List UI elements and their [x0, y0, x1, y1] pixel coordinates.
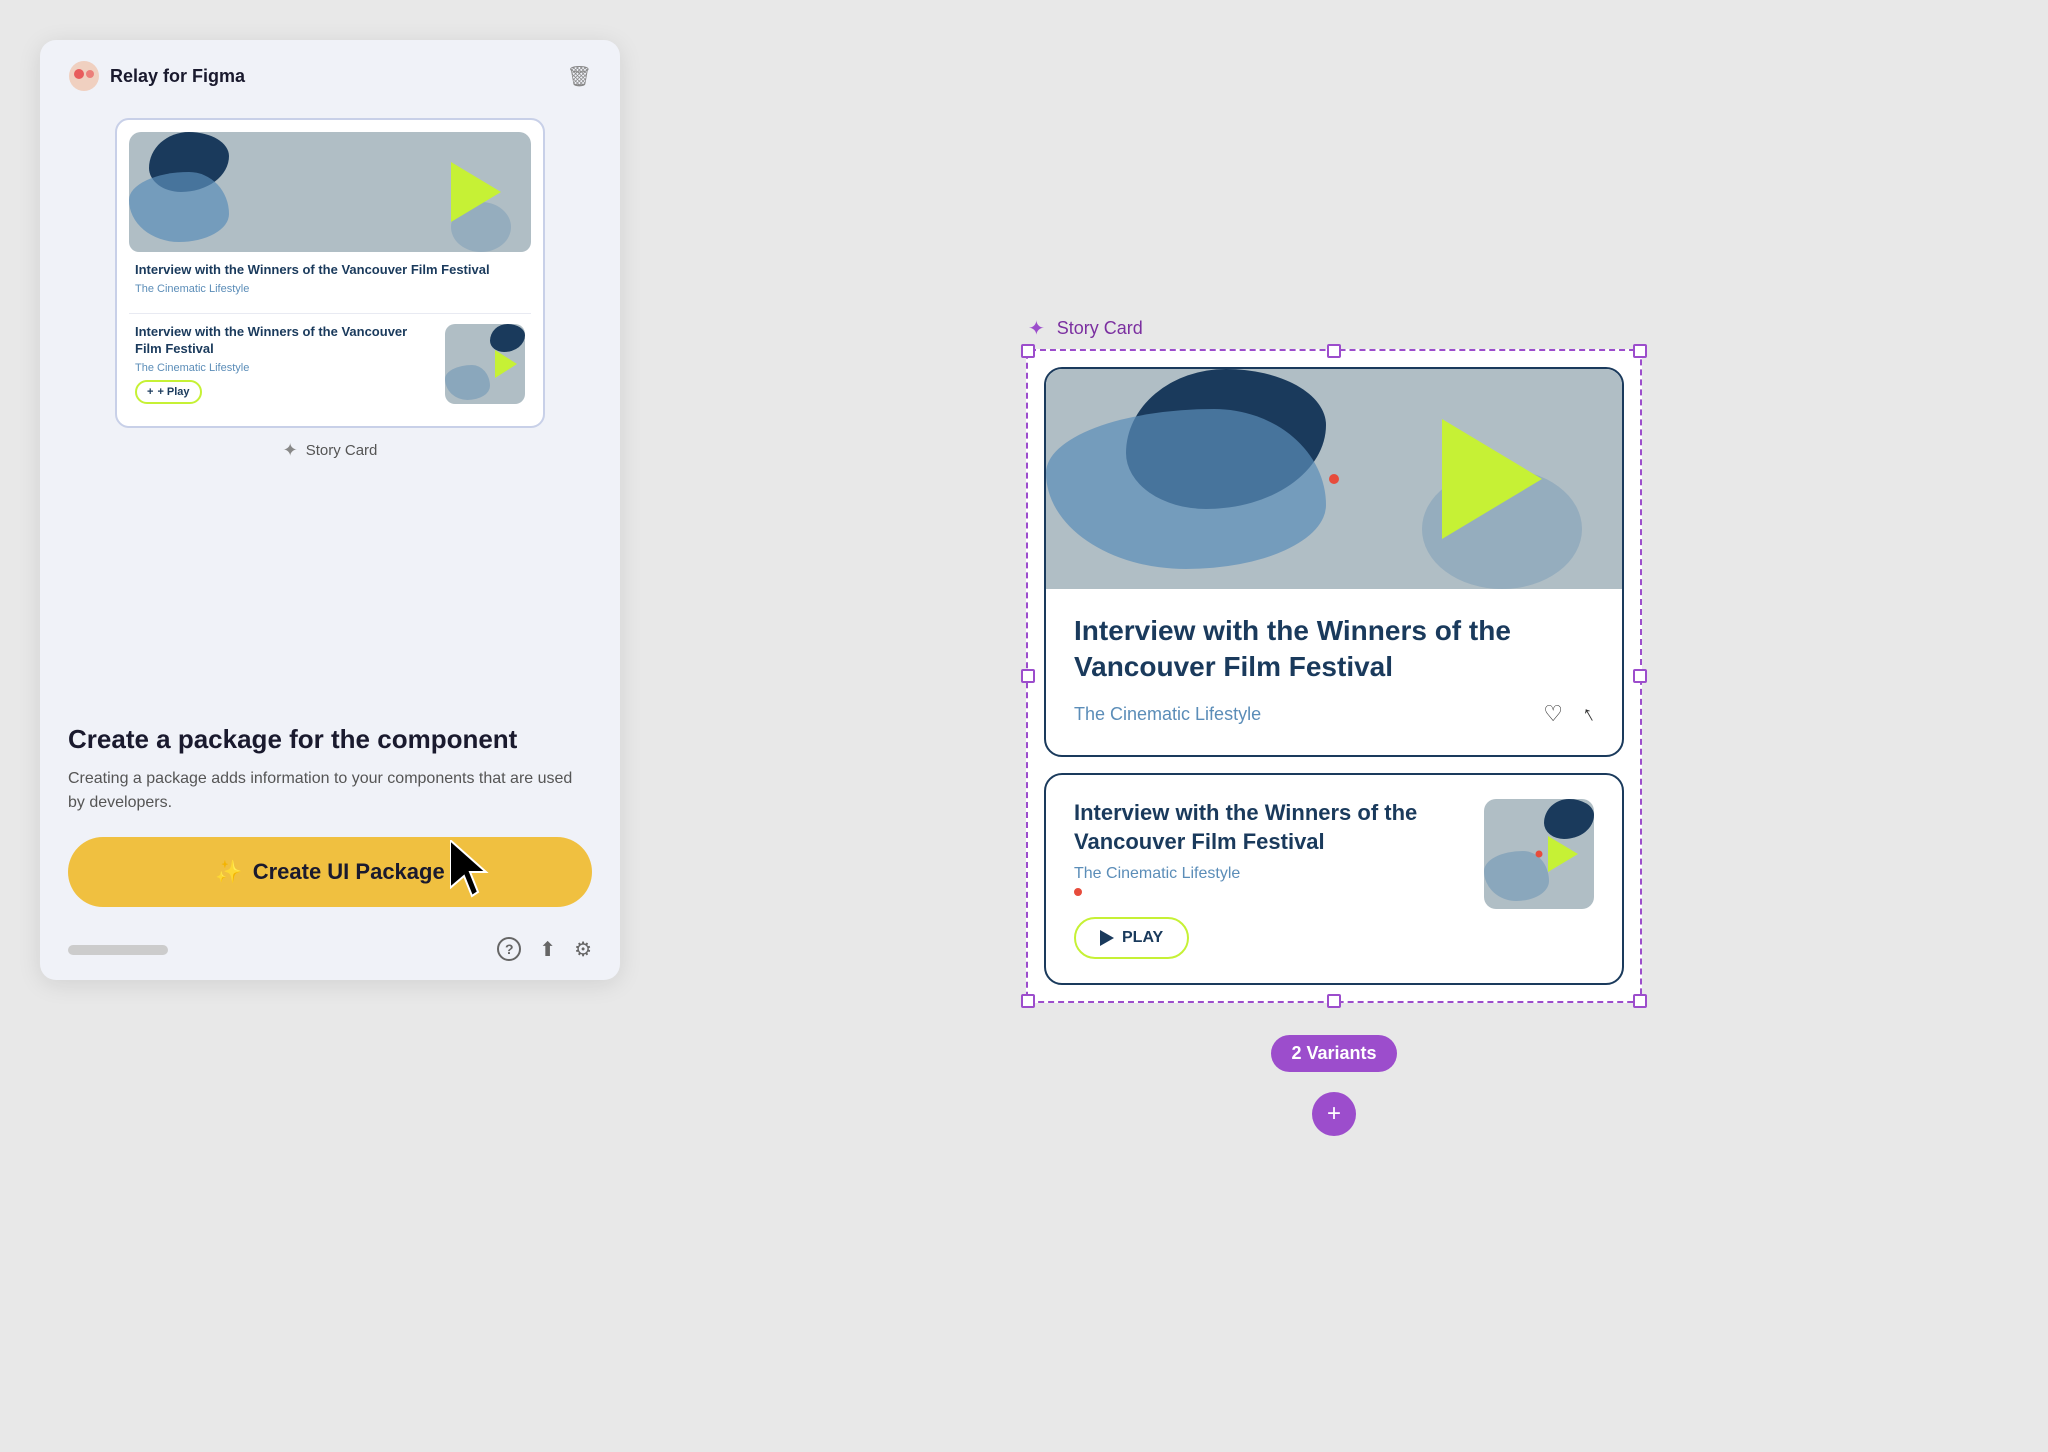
- handle-bl: [1021, 994, 1035, 1008]
- left-footer: ? ⬆ ⚙: [40, 927, 620, 980]
- thumb-center-dot: [1536, 851, 1543, 858]
- card-title-horiz: Interview with the Winners of the Vancou…: [135, 324, 435, 358]
- center-dot: [1329, 474, 1339, 484]
- add-variant-button[interactable]: +: [1312, 1092, 1356, 1136]
- selection-label-text: Story Card: [1057, 318, 1143, 339]
- help-icon[interactable]: ?: [497, 937, 521, 961]
- card-meta-full: The Cinematic Lifestyle ♡ ↑: [1074, 701, 1594, 727]
- thumb-blob-dark-full: [1544, 799, 1594, 839]
- plus-icon: +: [147, 386, 153, 398]
- handle-tr: [1633, 344, 1647, 358]
- play-triangle-btn: [1100, 930, 1114, 946]
- card-image-full: [1046, 369, 1622, 589]
- thumb-blob-blue-full: [1484, 851, 1549, 901]
- left-panel: Relay for Figma 🗑 Interview with the Win…: [40, 40, 620, 980]
- selection-label: ✦ Story Card: [1028, 316, 1143, 341]
- card-title-large: Interview with the Winners of the Vancou…: [135, 262, 525, 279]
- thumb-blob-blue: [445, 365, 490, 400]
- like-icon[interactable]: ♡: [1543, 701, 1563, 727]
- wand-icon: ✨: [215, 859, 242, 885]
- delete-icon[interactable]: 🗑: [567, 64, 592, 89]
- right-content: ✦ Story Card In: [1026, 316, 1642, 1137]
- settings-icon[interactable]: ⚙: [574, 937, 592, 962]
- horiz-card-content: Interview with the Winners of the Vancou…: [1074, 799, 1464, 900]
- variants-badge: 2 Variants: [1271, 1035, 1396, 1072]
- relay-logo: [68, 60, 100, 92]
- preview-area: Interview with the Winners of the Vancou…: [40, 108, 620, 723]
- selection-box: Interview with the Winners of the Vancou…: [1026, 349, 1642, 1004]
- bottom-section: Create a package for the component Creat…: [40, 723, 620, 927]
- play-label-small: + Play: [157, 386, 189, 398]
- card-content-large: Interview with the Winners of the Vancou…: [129, 252, 531, 301]
- card-channel-large: The Cinematic Lifestyle: [135, 283, 525, 295]
- create-title: Create a package for the component: [68, 723, 592, 757]
- handle-tm: [1327, 344, 1341, 358]
- handle-ml: [1021, 669, 1035, 683]
- card-variant-horizontal: Interview with the Winners of the Vancou…: [129, 313, 531, 414]
- card-h-content: Interview with the Winners of the Vancou…: [135, 324, 435, 404]
- scroll-indicator: [68, 945, 168, 955]
- horiz-card-top: Interview with the Winners of the Vancou…: [1074, 799, 1594, 909]
- play-label-full: PLAY: [1122, 929, 1163, 947]
- card-channel-horiz: The Cinematic Lifestyle: [135, 362, 435, 374]
- thumb-blob-dark: [490, 324, 525, 352]
- play-triangle-icon: [451, 162, 501, 222]
- thumb-play-triangle: [495, 350, 517, 378]
- card-full-variant-2: Interview with the Winners of the Vancou…: [1044, 773, 1624, 985]
- share-icon[interactable]: ⬆: [539, 937, 556, 962]
- handle-bm: [1327, 994, 1341, 1008]
- create-btn-label: Create UI Package: [253, 859, 445, 885]
- play-button-small[interactable]: + + Play: [135, 380, 202, 404]
- component-label-text: Story Card: [306, 442, 378, 459]
- component-label: ✦ Story Card: [283, 440, 378, 461]
- full-play-triangle: [1442, 419, 1542, 539]
- handle-br: [1633, 994, 1647, 1008]
- share-action-icon[interactable]: ↑: [1577, 700, 1600, 728]
- card-thumb-horiz-full: [1484, 799, 1594, 909]
- thumb-play-triangle-full: [1548, 836, 1578, 872]
- variants-section: 2 Variants +: [1271, 1019, 1396, 1136]
- card-variant-large: Interview with the Winners of the Vancou…: [129, 132, 531, 301]
- card-image-large: [129, 132, 531, 252]
- card-full-variant-1: Interview with the Winners of the Vancou…: [1044, 367, 1624, 758]
- diamond-icon: ✦: [1028, 316, 1045, 341]
- right-panel: ✦ Story Card In: [620, 0, 2048, 1452]
- play-button-full[interactable]: PLAY: [1074, 917, 1189, 959]
- left-header: Relay for Figma 🗑: [40, 40, 620, 108]
- header-brand: Relay for Figma: [68, 60, 245, 92]
- card-title-full: Interview with the Winners of the Vancou…: [1074, 613, 1594, 686]
- sparkle-icon: ✦: [283, 440, 298, 461]
- create-ui-package-button[interactable]: ✨ Create UI Package: [68, 837, 592, 907]
- footer-icons: ? ⬆ ⚙: [497, 937, 592, 962]
- full-blob-blue: [1046, 409, 1326, 569]
- status-dot: [1074, 888, 1082, 896]
- blob-blue: [129, 172, 229, 242]
- handle-mr: [1633, 669, 1647, 683]
- app-title: Relay for Figma: [110, 66, 245, 87]
- create-desc: Creating a package adds information to y…: [68, 767, 592, 815]
- card-thumb-horiz: [445, 324, 525, 404]
- card-actions: ♡ ↑: [1543, 701, 1594, 727]
- card-channel-full: The Cinematic Lifestyle: [1074, 704, 1261, 725]
- card-title-horiz-full: Interview with the Winners of the Vancou…: [1074, 799, 1464, 856]
- card-body-full: Interview with the Winners of the Vancou…: [1046, 589, 1622, 756]
- card-channel-horiz-full: The Cinematic Lifestyle: [1074, 865, 1464, 883]
- component-preview: Interview with the Winners of the Vancou…: [115, 118, 545, 428]
- handle-tl: [1021, 344, 1035, 358]
